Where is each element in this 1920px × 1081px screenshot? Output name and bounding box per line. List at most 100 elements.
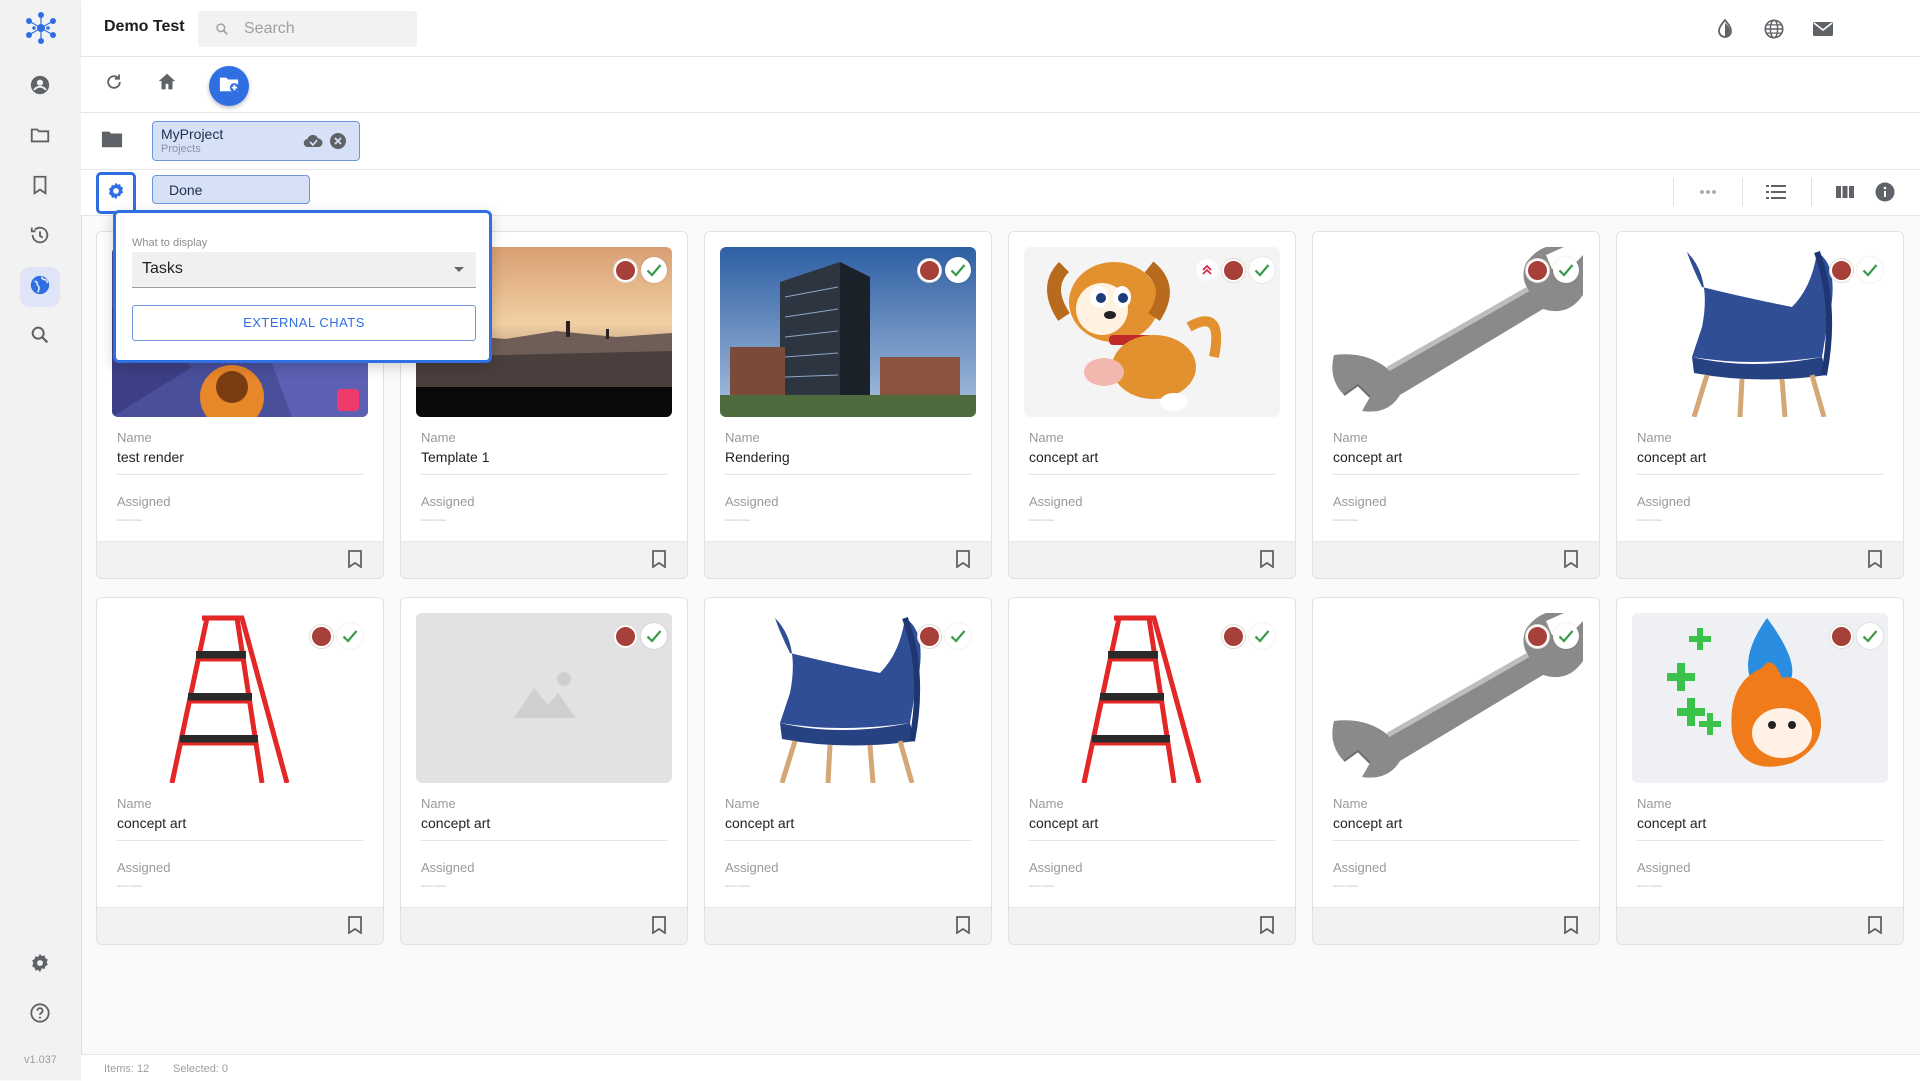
sidebar-item-account[interactable] (20, 67, 60, 107)
approve-check-icon[interactable] (641, 257, 667, 283)
approve-check-icon[interactable] (641, 623, 667, 649)
more-options-icon[interactable] (1695, 179, 1721, 205)
bookmark-icon[interactable] (955, 550, 971, 573)
assigned-label: Assigned (1029, 860, 1083, 875)
task-card[interactable]: Name concept art Assigned —— (1008, 231, 1296, 579)
search-input[interactable] (242, 19, 406, 39)
view-settings-button[interactable] (96, 172, 136, 214)
status-dot-icon[interactable] (1526, 258, 1549, 282)
add-folder-button[interactable] (209, 66, 249, 106)
sidebar-item-search[interactable] (20, 317, 60, 357)
divider (117, 840, 363, 841)
column-view-icon[interactable] (1832, 179, 1858, 205)
status-dot-icon[interactable] (1830, 624, 1853, 648)
list-view-icon[interactable] (1763, 179, 1789, 205)
toolbar (81, 57, 1920, 113)
breadcrumb-chip[interactable]: MyProject Projects (152, 121, 360, 161)
bookmark-icon[interactable] (651, 916, 667, 939)
card-footer (1617, 541, 1903, 578)
sidebar-item-global[interactable] (20, 267, 60, 307)
search-box[interactable] (198, 11, 417, 47)
task-card[interactable]: Name concept art Assigned —— (1008, 597, 1296, 945)
card-footer (401, 907, 687, 944)
bookmark-icon[interactable] (1867, 550, 1883, 573)
card-footer (1009, 907, 1295, 944)
name-label: Name (421, 430, 456, 445)
bookmark-icon[interactable] (1563, 550, 1579, 573)
language-globe-icon[interactable] (1761, 16, 1787, 42)
approve-check-icon[interactable] (1249, 257, 1275, 283)
sidebar-item-bookmarks[interactable] (20, 167, 60, 207)
mail-icon[interactable] (1810, 16, 1836, 42)
folder-icon[interactable] (101, 129, 123, 154)
assigned-value: —— (421, 512, 447, 526)
status-dot-icon[interactable] (614, 624, 637, 648)
divider (1811, 178, 1812, 206)
task-card[interactable]: Name concept art Assigned —— (704, 597, 992, 945)
app-logo-icon[interactable] (21, 10, 61, 46)
external-chats-button[interactable]: EXTERNAL CHATS (132, 305, 476, 341)
approve-check-icon[interactable] (1857, 257, 1883, 283)
assigned-value: —— (1333, 878, 1359, 892)
status-dot-icon[interactable] (1222, 624, 1245, 648)
status-dot-icon[interactable] (918, 624, 941, 648)
task-name: concept art (1333, 449, 1403, 465)
bookmark-icon[interactable] (347, 916, 363, 939)
assigned-label: Assigned (725, 860, 779, 875)
task-card[interactable]: Name concept art Assigned —— (1312, 597, 1600, 945)
bookmark-icon[interactable] (651, 550, 667, 573)
status-dot-icon[interactable] (1222, 258, 1245, 282)
refresh-button[interactable] (99, 69, 129, 99)
assigned-label: Assigned (117, 860, 171, 875)
bookmark-icon[interactable] (1259, 916, 1275, 939)
sidebar-item-projects[interactable] (20, 117, 60, 157)
task-name: Rendering (725, 449, 790, 465)
task-card[interactable]: Name Rendering Assigned —— (704, 231, 992, 579)
status-dot-icon[interactable] (918, 258, 941, 282)
sidebar-item-help[interactable] (20, 995, 60, 1035)
approve-check-icon[interactable] (1249, 623, 1275, 649)
breadcrumb-name: MyProject (161, 126, 224, 142)
bookmark-icon[interactable] (1259, 550, 1275, 573)
approve-check-icon[interactable] (1553, 257, 1579, 283)
display-select[interactable]: Tasks (132, 252, 476, 288)
priority-up-icon[interactable] (1196, 259, 1218, 281)
bookmark-icon[interactable] (347, 550, 363, 573)
bookmark-icon (29, 174, 51, 201)
assigned-label: Assigned (1637, 860, 1691, 875)
close-icon[interactable] (329, 132, 347, 155)
sidebar-item-settings[interactable] (20, 945, 60, 985)
theme-toggle-icon[interactable] (1712, 16, 1738, 42)
status-dot-icon[interactable] (310, 624, 333, 648)
assigned-value: —— (1333, 512, 1359, 526)
task-card[interactable]: Name concept art Assigned —— (1616, 597, 1904, 945)
popover-label: What to display (132, 237, 208, 249)
sidebar-item-history[interactable] (20, 217, 60, 257)
approve-check-icon[interactable] (337, 623, 363, 649)
status-filter-chip[interactable]: Done (152, 175, 310, 204)
task-name: concept art (421, 815, 491, 831)
approve-check-icon[interactable] (945, 257, 971, 283)
home-button[interactable] (152, 69, 182, 99)
approve-check-icon[interactable] (1857, 623, 1883, 649)
bookmark-icon[interactable] (1867, 916, 1883, 939)
info-icon[interactable] (1872, 179, 1898, 205)
status-dot-icon[interactable] (614, 258, 637, 282)
status-dot-icon[interactable] (1830, 258, 1853, 282)
bookmark-icon[interactable] (955, 916, 971, 939)
bookmark-icon[interactable] (1563, 916, 1579, 939)
status-dot-icon[interactable] (1526, 624, 1549, 648)
task-card[interactable]: Name concept art Assigned —— (1312, 231, 1600, 579)
task-card[interactable]: Name concept art Assigned —— (400, 597, 688, 945)
app-title: Demo Test (104, 18, 185, 35)
task-card[interactable]: Name concept art Assigned —— (1616, 231, 1904, 579)
name-label: Name (117, 430, 152, 445)
task-card[interactable]: Name concept art Assigned —— (96, 597, 384, 945)
approve-check-icon[interactable] (1553, 623, 1579, 649)
divider (725, 840, 971, 841)
approve-check-icon[interactable] (945, 623, 971, 649)
task-status (614, 623, 667, 649)
name-label: Name (1637, 430, 1672, 445)
name-label: Name (117, 796, 152, 811)
cloud-sync-icon[interactable] (303, 134, 323, 153)
